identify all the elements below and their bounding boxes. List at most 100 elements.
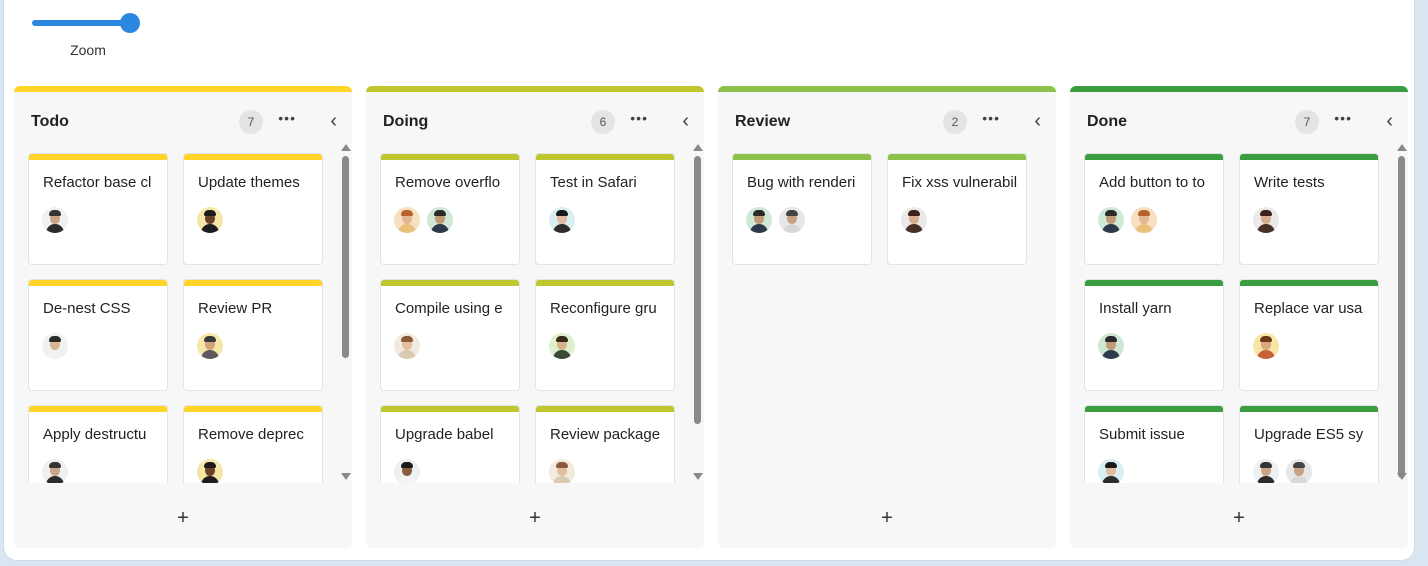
task-card[interactable]: De-nest CSS (28, 279, 168, 391)
avatar[interactable] (427, 207, 453, 233)
column-scrollbar[interactable] (692, 144, 703, 480)
task-card[interactable]: Submit issue (1084, 405, 1224, 483)
avatar[interactable] (394, 207, 420, 233)
column-done: Done 7 ••• ‹ Add button to to Write tests Inst… (1070, 86, 1408, 548)
zoom-control[interactable]: Zoom (28, 10, 148, 60)
more-options-icon[interactable]: ••• (1334, 110, 1352, 126)
card-color-bar (536, 154, 674, 160)
avatar[interactable] (1098, 333, 1124, 359)
task-card[interactable]: Update themes (183, 153, 323, 265)
assignee-avatars (549, 459, 582, 483)
column-header: Done 7 ••• ‹ (1070, 106, 1408, 138)
collapse-column-icon[interactable]: ‹ (1034, 111, 1041, 131)
task-card[interactable]: Fix xss vulnerabil (887, 153, 1027, 265)
avatar[interactable] (549, 333, 575, 359)
more-options-icon[interactable]: ••• (278, 110, 296, 126)
task-card[interactable]: Reconfigure gru (535, 279, 675, 391)
assignee-avatars (901, 207, 934, 235)
avatar[interactable] (197, 459, 223, 483)
avatar[interactable] (1098, 207, 1124, 233)
task-card[interactable]: Write tests (1239, 153, 1379, 265)
card-color-bar (184, 406, 322, 412)
scroll-thumb[interactable] (342, 156, 349, 358)
assignee-avatars (549, 207, 582, 235)
task-card[interactable]: Upgrade babel (380, 405, 520, 483)
avatar[interactable] (549, 207, 575, 233)
scroll-down-arrow-icon[interactable] (341, 473, 351, 480)
card-title: Upgrade ES5 sy (1254, 426, 1364, 443)
task-card[interactable]: Bug with renderi (732, 153, 872, 265)
assignee-avatars (197, 207, 230, 235)
assignee-avatars (1098, 333, 1131, 361)
add-card-button[interactable]: + (1070, 508, 1408, 528)
task-card[interactable]: Review package (535, 405, 675, 483)
avatar[interactable] (1286, 459, 1312, 483)
task-card[interactable]: Upgrade ES5 sy (1239, 405, 1379, 483)
card-count-badge: 6 (591, 110, 615, 134)
assignee-avatars (197, 459, 230, 483)
avatar[interactable] (1253, 459, 1279, 483)
scroll-thumb[interactable] (694, 156, 701, 424)
avatar[interactable] (394, 459, 420, 483)
scroll-up-arrow-icon[interactable] (1397, 144, 1407, 151)
card-color-bar (536, 406, 674, 412)
collapse-column-icon[interactable]: ‹ (1386, 111, 1393, 131)
scroll-up-arrow-icon[interactable] (341, 144, 351, 151)
column-scrollbar[interactable] (1396, 144, 1407, 480)
task-card[interactable]: Apply destructu (28, 405, 168, 483)
zoom-slider-thumb[interactable] (120, 13, 140, 33)
card-color-bar (1240, 406, 1378, 412)
scroll-thumb[interactable] (1398, 156, 1405, 478)
assignee-avatars (1253, 333, 1286, 361)
column-doing: Doing 6 ••• ‹ Remove overflo Test in Safari Co… (366, 86, 704, 548)
avatar[interactable] (394, 333, 420, 359)
avatar[interactable] (1098, 459, 1124, 483)
avatar[interactable] (1253, 333, 1279, 359)
task-card[interactable]: Review PR (183, 279, 323, 391)
card-color-bar (381, 406, 519, 412)
avatar[interactable] (1253, 207, 1279, 233)
avatar[interactable] (901, 207, 927, 233)
task-card[interactable]: Install yarn (1084, 279, 1224, 391)
card-color-bar (1085, 154, 1223, 160)
column-title: Review (735, 113, 791, 130)
card-color-bar (29, 406, 167, 412)
task-card[interactable]: Compile using e (380, 279, 520, 391)
task-card[interactable]: Replace var usa (1239, 279, 1379, 391)
avatar[interactable] (779, 207, 805, 233)
card-title: Add button to to (1099, 174, 1205, 191)
card-color-bar (536, 280, 674, 286)
task-card[interactable]: Remove overflo (380, 153, 520, 265)
avatar[interactable] (746, 207, 772, 233)
card-title: Test in Safari (550, 174, 637, 191)
zoom-slider-track[interactable] (32, 20, 132, 26)
task-card[interactable]: Refactor base cl (28, 153, 168, 265)
card-title: Submit issue (1099, 426, 1185, 443)
task-card[interactable]: Add button to to (1084, 153, 1224, 265)
avatar[interactable] (42, 459, 68, 483)
more-options-icon[interactable]: ••• (630, 110, 648, 126)
scroll-down-arrow-icon[interactable] (693, 473, 703, 480)
avatar[interactable] (42, 207, 68, 233)
more-options-icon[interactable]: ••• (982, 110, 1000, 126)
task-card[interactable]: Test in Safari (535, 153, 675, 265)
collapse-column-icon[interactable]: ‹ (330, 111, 337, 131)
scroll-up-arrow-icon[interactable] (693, 144, 703, 151)
avatar[interactable] (1131, 207, 1157, 233)
assignee-avatars (1098, 207, 1164, 235)
add-card-button[interactable]: + (366, 508, 704, 528)
avatar[interactable] (42, 333, 68, 359)
task-card[interactable]: Remove deprec (183, 405, 323, 483)
collapse-column-icon[interactable]: ‹ (682, 111, 689, 131)
card-color-bar (1085, 280, 1223, 286)
assignee-avatars (394, 459, 427, 483)
add-card-button[interactable]: + (718, 508, 1056, 528)
column-header: Doing 6 ••• ‹ (366, 106, 704, 138)
add-card-button[interactable]: + (14, 508, 352, 528)
avatar[interactable] (197, 333, 223, 359)
avatar[interactable] (549, 459, 575, 483)
avatar[interactable] (197, 207, 223, 233)
scroll-down-arrow-icon[interactable] (1397, 473, 1407, 480)
column-color-bar (1070, 86, 1408, 92)
column-scrollbar[interactable] (340, 144, 351, 480)
